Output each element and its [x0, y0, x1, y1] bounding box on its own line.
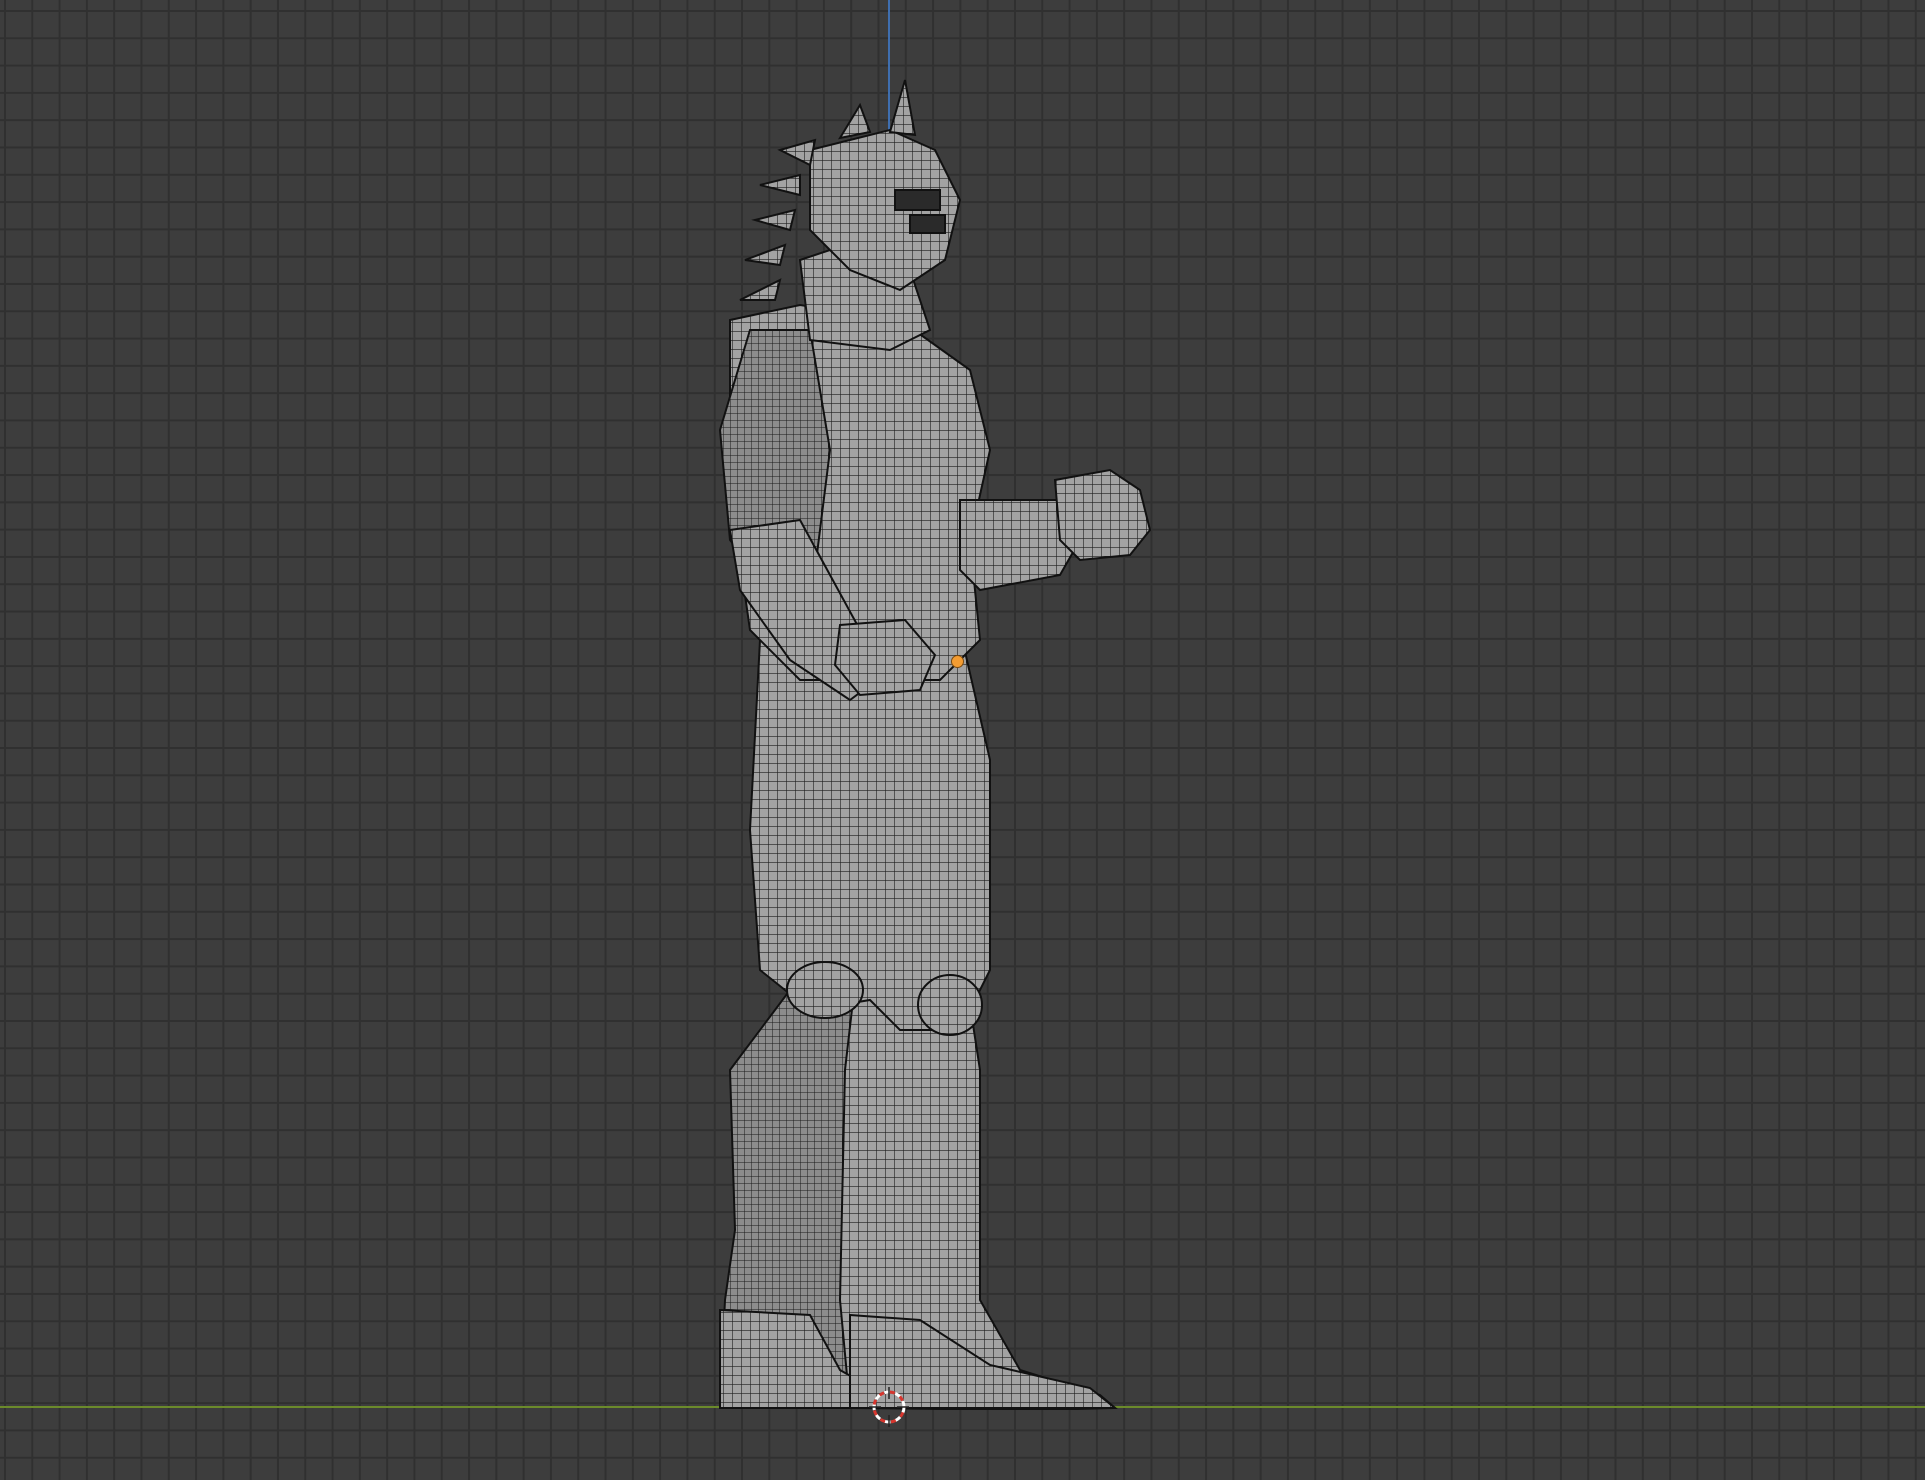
object-origin-icon — [951, 655, 964, 668]
character-mesh[interactable] — [660, 70, 1180, 1410]
3d-viewport[interactable] — [0, 0, 1925, 1480]
3d-cursor-icon[interactable] — [869, 1387, 909, 1427]
